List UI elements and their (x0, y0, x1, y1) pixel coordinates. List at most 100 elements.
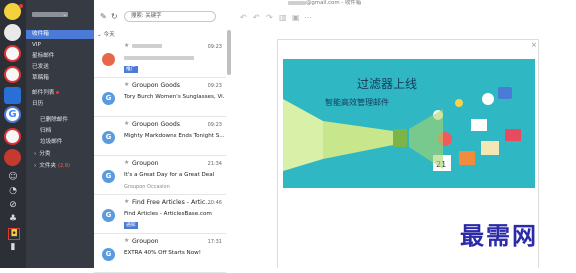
folder-item[interactable]: 星标邮件 (26, 52, 94, 61)
folder-item[interactable]: 邮件列表 (26, 89, 94, 98)
folder-item[interactable]: › 分类 (26, 150, 94, 159)
message-time: 09:23 (207, 122, 222, 128)
clock-icon[interactable]: ◔ (8, 186, 18, 196)
message-sender: Groupon (132, 160, 159, 167)
account-avatar-5[interactable] (4, 87, 21, 104)
folder-count-badge: (2,9) (58, 163, 70, 169)
forward-icon[interactable]: ↷ (266, 13, 273, 22)
folder-label: 草稿箱 (32, 75, 49, 81)
folder-label: 已删除邮件 (40, 117, 68, 123)
more-icon[interactable]: ⋯ (304, 13, 312, 22)
stats-icon[interactable]: ▮ (8, 242, 18, 252)
sender-avatar (102, 53, 115, 66)
folder-label: 文件夹 (39, 163, 57, 169)
account-avatar-2[interactable] (4, 24, 21, 41)
message-row[interactable]: ★ 09:23 推广 (94, 40, 226, 78)
notification-icon[interactable]: ♣ (8, 214, 18, 224)
chevron-right-icon: › (34, 163, 37, 169)
scrollbar[interactable] (227, 30, 231, 75)
star-icon[interactable]: ★ (124, 81, 129, 88)
compose-icon[interactable]: ✎ (100, 12, 107, 21)
star-icon[interactable]: ★ (124, 120, 129, 127)
subject-blurred (124, 55, 194, 60)
message-row[interactable]: G ★ Groupon 17:31 EXTRA 40% Off Starts Now! (94, 235, 226, 273)
folder-label: 收件箱 (32, 31, 49, 37)
message-sender: Groupon (132, 238, 159, 245)
message-subject: It's a Great Day for a Great Deal (124, 172, 215, 178)
folder-label: VIP (32, 42, 41, 48)
message-preview: Groupon Occasion (124, 184, 170, 190)
message-subject: Mighty Markdowns Ends Tonight S... (124, 133, 224, 139)
message-row[interactable]: G ★ Groupon Goods 09:23 Tory Burch Women's S… (94, 79, 226, 117)
sender-avatar: G (102, 248, 115, 261)
folder-item[interactable]: 收件箱 (26, 30, 94, 39)
folder-item[interactable]: 归档 (26, 127, 94, 136)
sender-blurred (132, 44, 162, 48)
google-account-avatar[interactable]: G (4, 106, 21, 123)
folder-item[interactable]: 已发送 (26, 63, 94, 72)
folder-item[interactable]: 日历 (26, 100, 94, 109)
folder-item[interactable]: › 文件夹 (2,9) (26, 162, 94, 171)
sender-avatar: G (102, 92, 115, 105)
chevron-right-icon: › (34, 151, 37, 157)
message-tag: 推广 (124, 66, 138, 73)
account-avatar-4[interactable] (4, 66, 21, 83)
window-title: @gmail.com - 收件箱 (234, 0, 576, 7)
chevron-down-icon[interactable]: ⌄ (62, 10, 68, 18)
sender-avatar: G (102, 209, 115, 222)
message-subject: EXTRA 40% Off Starts Now! (124, 250, 201, 256)
account-email-blurred (288, 0, 306, 5)
folder-label: 已发送 (32, 64, 49, 70)
message-time: 17:31 (207, 239, 222, 245)
account-avatar-7[interactable] (4, 128, 21, 145)
sender-avatar: G (102, 131, 115, 144)
message-sender (132, 43, 162, 50)
message-row[interactable]: G ★ Groupon 21:34 It's a Great Day for a Gre… (94, 157, 226, 195)
message-list-panel: ✎ ↻ 搜索: 关键字 ⌄ 今天 ★ 09:23 推广 G ★ Groupon Goods… (94, 0, 235, 273)
filter-feature-banner: 21 过滤器上线 智能高效管理邮件 (283, 59, 535, 188)
account-avatar-8[interactable] (4, 149, 21, 166)
close-icon[interactable]: × (531, 41, 537, 49)
sender-avatar: G (102, 170, 115, 183)
folder-label: 归档 (40, 128, 52, 134)
search-input[interactable]: 搜索: 关键字 (124, 11, 216, 22)
star-icon[interactable]: ★ (124, 198, 129, 205)
add-account-icon[interactable]: ◘ (8, 228, 20, 240)
watermark: 最需网 (460, 221, 538, 250)
message-time: 20:46 (207, 200, 222, 206)
message-time: 09:23 (207, 44, 222, 50)
delete-icon[interactable]: ▥ (279, 13, 287, 22)
message-sender: Groupon Goods (132, 121, 181, 128)
message-time: 21:34 (207, 161, 222, 167)
refresh-icon[interactable]: ↻ (111, 12, 118, 21)
block-icon[interactable]: ⊘ (8, 200, 18, 210)
message-subject: Tory Burch Women's Sunglasses, Vi... (124, 94, 224, 100)
star-icon[interactable]: ★ (124, 237, 129, 244)
banner-subtitle: 智能高效管理邮件 (325, 98, 389, 107)
message-subject (124, 55, 224, 61)
folder-item[interactable]: 草稿箱 (26, 74, 94, 83)
reply-icon[interactable]: ↶ (240, 13, 247, 22)
reply-all-icon[interactable]: ↶ (253, 13, 260, 22)
message-row[interactable]: G ★ Groupon Goods 09:23 Mighty Markdowns End… (94, 118, 226, 156)
folder-item[interactable]: 垃圾邮件 (26, 138, 94, 147)
star-icon[interactable]: ★ (124, 159, 129, 166)
folder-item[interactable]: 已删除邮件 (26, 116, 94, 125)
unread-dot (19, 4, 23, 8)
folder-item[interactable]: VIP (26, 41, 94, 50)
archive-icon[interactable]: ▣ (292, 13, 300, 22)
account-avatar-3[interactable] (4, 45, 21, 62)
message-tag: 通知 (124, 222, 138, 229)
contacts-icon[interactable]: ☺ (8, 172, 18, 182)
message-sender: Groupon Goods (132, 82, 181, 89)
date-group-label: 今天 (103, 32, 115, 38)
account-rail: G ☺ ◔ ⊘ ♣ ◘ ▮ (0, 0, 26, 268)
folder-label: 垃圾邮件 (40, 139, 63, 145)
star-icon[interactable]: ★ (124, 42, 129, 49)
folder-label: 星标邮件 (32, 53, 55, 59)
folder-label: 分类 (39, 151, 51, 157)
chevron-down-icon: ⌄ (97, 32, 102, 38)
date-group-header[interactable]: ⌄ 今天 (94, 31, 226, 39)
folder-label: 邮件列表 (32, 90, 55, 96)
message-row[interactable]: G ★ Find Free Articles - Artic... 20:46 Find… (94, 196, 226, 234)
